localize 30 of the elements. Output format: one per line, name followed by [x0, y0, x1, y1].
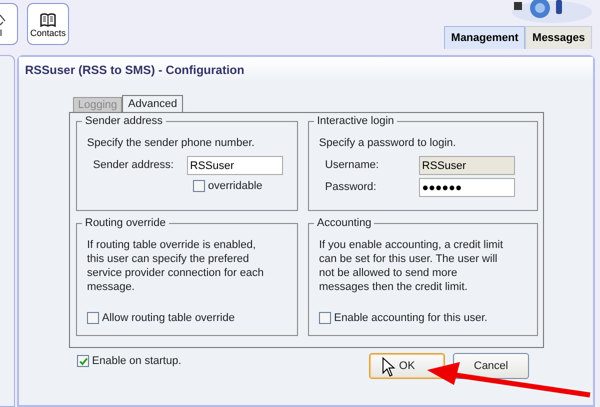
field-label: Username:: [324, 158, 380, 174]
book-icon: [40, 12, 56, 26]
group-title: Routing override: [82, 216, 169, 230]
description-text: Specify a password to login.: [319, 136, 457, 150]
toolbar-button[interactable]: l: [0, 3, 18, 45]
field-label: Password:: [324, 180, 378, 196]
checkbox[interactable]: [319, 312, 331, 324]
mouse-pointer-icon: [382, 357, 396, 377]
group-title: Accounting: [314, 216, 374, 230]
checkbox-label: Allow routing table override: [102, 311, 235, 326]
checkbox-label: Enable on startup.: [92, 354, 182, 369]
checkbox-label: overridable: [208, 179, 262, 194]
cross-icon: [0, 12, 6, 26]
checkbox[interactable]: [77, 355, 89, 368]
dialog-button[interactable]: Cancel: [453, 353, 529, 379]
input-field[interactable]: ●●●●●●: [419, 178, 515, 197]
tab[interactable]: Advanced: [122, 95, 184, 112]
toolbar-button[interactable]: Contacts: [27, 3, 69, 45]
checkbox[interactable]: [193, 180, 205, 192]
description-text: Specify the sender phone number.: [87, 136, 256, 150]
input-field[interactable]: RSSuser: [419, 156, 515, 175]
nav-tab[interactable]: Messages: [525, 26, 592, 49]
input-field[interactable]: RSSuser: [187, 156, 283, 175]
nav-tab[interactable]: Management: [444, 26, 526, 49]
description-text: If you enable accounting, a credit limit can be set for this user. The user will not be allowed to send more messages then the credit limit.: [319, 238, 504, 294]
checkbox-label: Enable accounting for this user.: [334, 311, 488, 326]
field-label: Sender address:: [92, 158, 175, 174]
description-text: If routing table override is enabled, this user can specify the prefered service provider connection for each message.: [87, 238, 265, 294]
group-title: Interactive login: [314, 114, 398, 128]
checkbox[interactable]: [87, 312, 99, 324]
